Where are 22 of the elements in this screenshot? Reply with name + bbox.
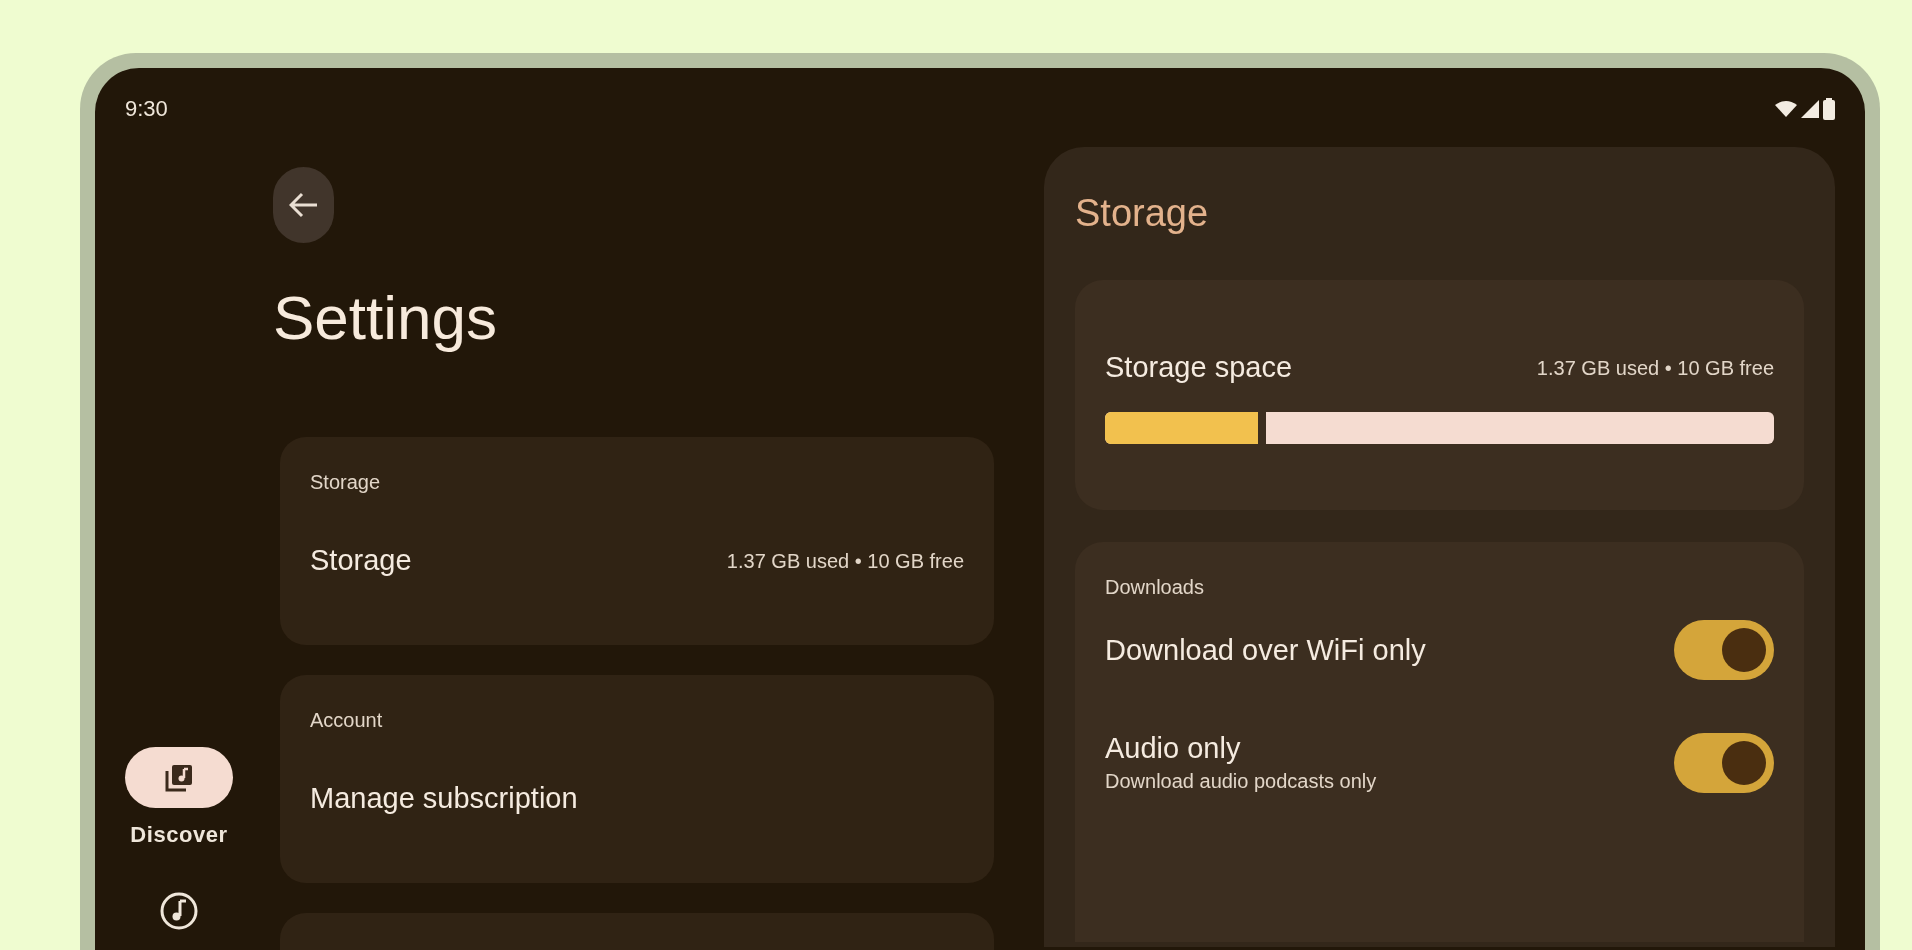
- toggle-label: Download over WiFi only: [1105, 632, 1426, 668]
- panel-title: Storage: [1075, 191, 1210, 236]
- status-time: 9:30: [125, 95, 168, 123]
- music-library-icon: [164, 762, 194, 793]
- toggle-description: Download audio podcasts only: [1105, 769, 1377, 795]
- storage-reading: 1.37 GB used • 10 GB free: [1536, 355, 1774, 381]
- item-label: Storage: [310, 543, 412, 578]
- settings-item[interactable]: Storage 1.37 GB used • 10 GB free: [310, 539, 964, 583]
- storage-label: Storage space: [1105, 350, 1292, 385]
- section-heading: Storage: [310, 470, 382, 495]
- back-arrow-icon: [288, 192, 319, 218]
- section-heading: Downloads: [1105, 575, 1205, 600]
- wifi-icon: [1775, 100, 1797, 117]
- toggle-label: Audio only: [1105, 731, 1242, 766]
- battery-icon: [1823, 97, 1835, 120]
- music-note-icon: [159, 891, 199, 931]
- item-label: Manage subscription: [310, 781, 578, 816]
- item-value: 1.37 GB used • 10 GB free: [726, 548, 964, 574]
- settings-item[interactable]: Manage subscription: [310, 777, 964, 821]
- toggle-switch[interactable]: [1674, 620, 1774, 680]
- section-heading: Account: [310, 708, 384, 733]
- signal-icon: [1801, 99, 1819, 118]
